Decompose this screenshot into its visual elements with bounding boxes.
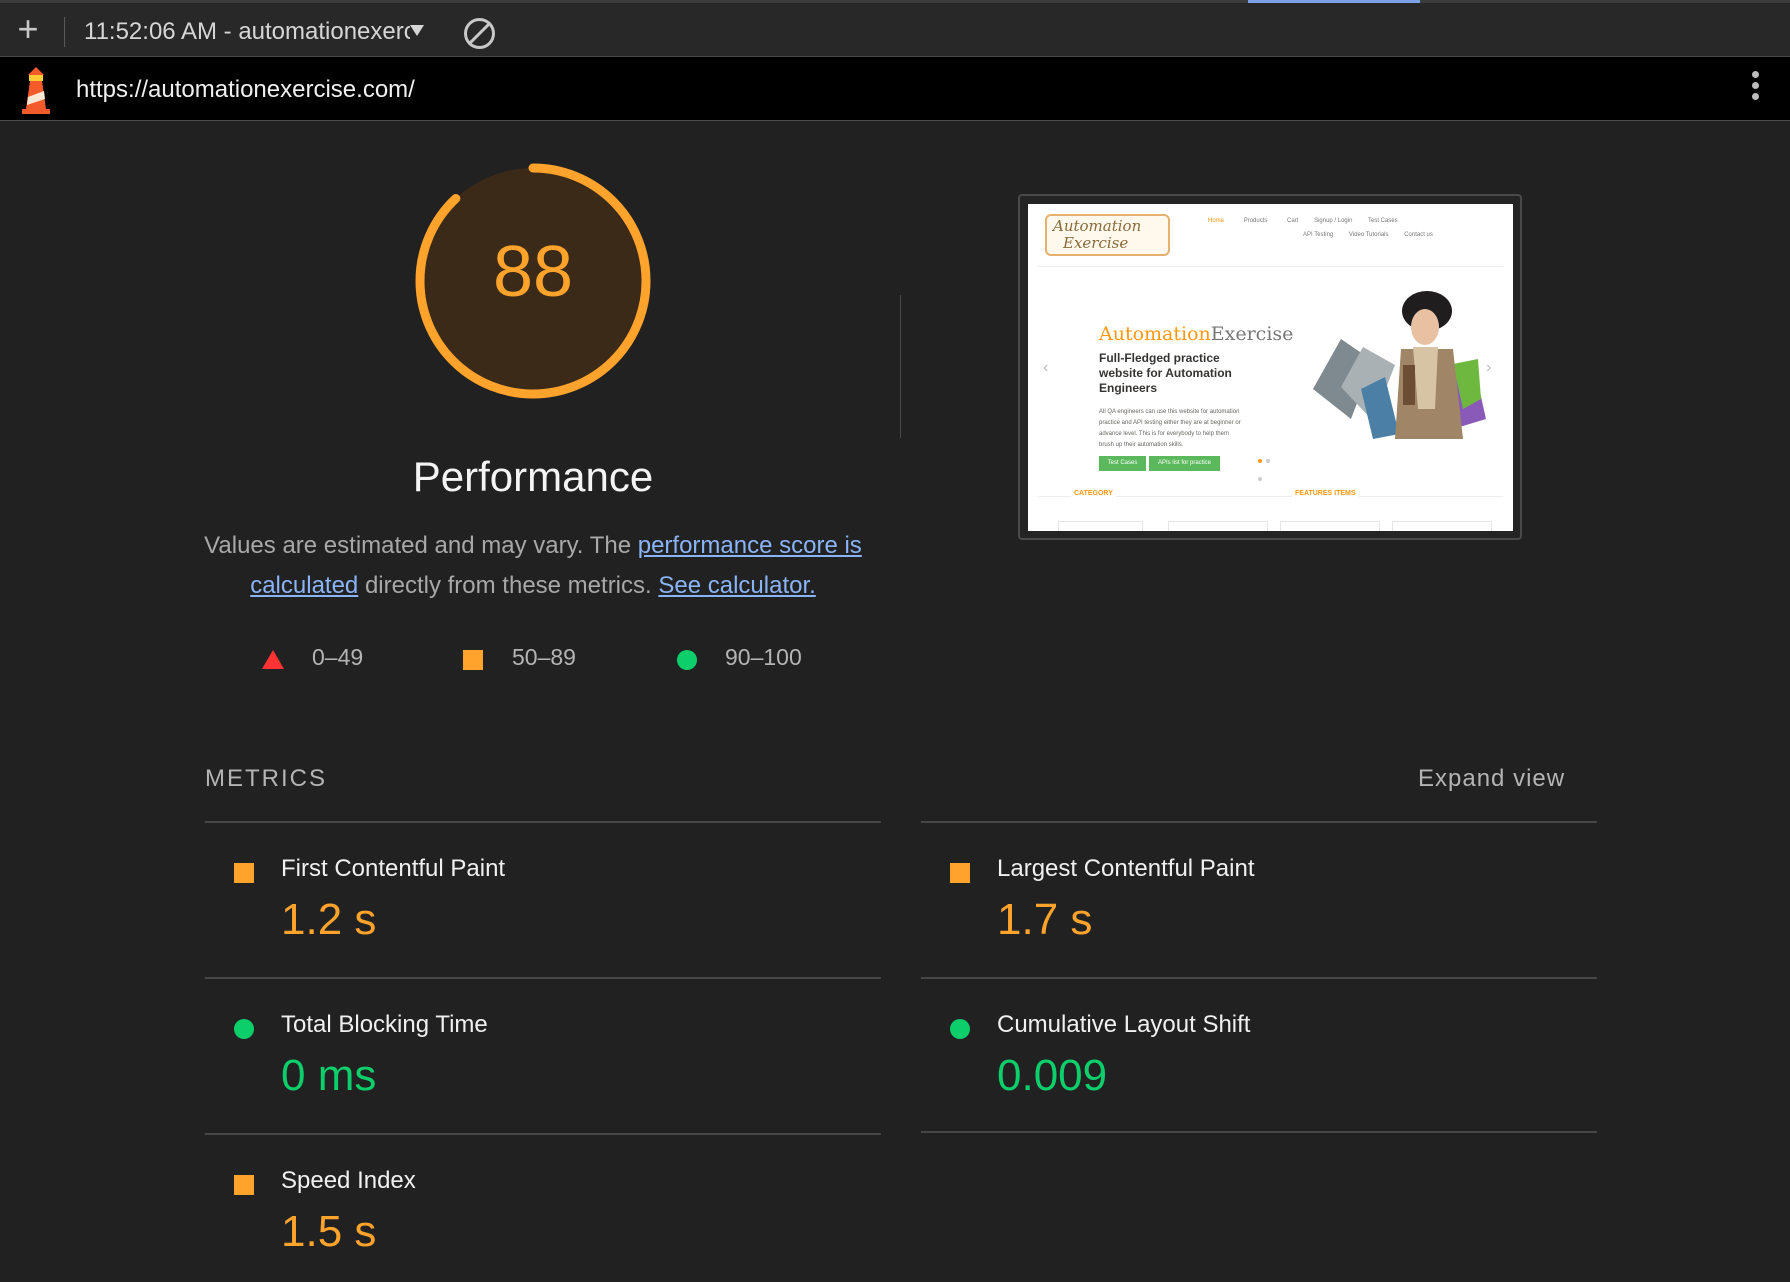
thumb-logo: Automation Exercise bbox=[1045, 214, 1170, 256]
vertical-divider bbox=[900, 295, 901, 438]
thumb-para-1: All QA engineers can use this website fo… bbox=[1099, 409, 1240, 415]
more-options-icon[interactable] bbox=[1746, 71, 1764, 107]
pass-circle-icon bbox=[234, 1019, 254, 1039]
lighthouse-icon bbox=[22, 67, 50, 114]
metric-first-contentful-paint: First Contentful Paint 1.2 s bbox=[205, 823, 881, 979]
thumb-nav-home: Home bbox=[1208, 218, 1225, 224]
final-screenshot[interactable]: Automation Exercise Home Products Cart S… bbox=[1018, 194, 1522, 540]
metric-label: Largest Contentful Paint bbox=[997, 855, 1255, 882]
description-text-middle: directly from these metrics. bbox=[358, 572, 659, 599]
thumb-brand-b: Exercise bbox=[1210, 323, 1294, 345]
pass-circle-icon bbox=[677, 650, 697, 670]
toolbar-divider bbox=[64, 17, 65, 47]
average-square-icon bbox=[234, 1175, 254, 1195]
thumb-brand: AutomationExercise bbox=[1099, 323, 1293, 345]
metrics-heading: METRICS bbox=[205, 765, 327, 792]
legend-average-label: 50–89 bbox=[512, 644, 576, 670]
legend-pass: 90–100 bbox=[677, 644, 837, 674]
fail-triangle-icon bbox=[262, 650, 284, 669]
description-text: Values are estimated and may vary. The bbox=[204, 532, 638, 559]
thumb-bottom-boxes bbox=[1058, 521, 1498, 531]
metric-label: Speed Index bbox=[281, 1167, 416, 1194]
thumb-paragraph: All QA engineers can use this website fo… bbox=[1099, 407, 1241, 451]
thumb-nav-api: API Testing bbox=[1303, 232, 1334, 238]
metric-value: 0.009 bbox=[997, 1051, 1108, 1100]
average-square-icon bbox=[234, 863, 254, 883]
thumb-para-2: practice and API testing either they are… bbox=[1099, 420, 1241, 426]
thumb-btn-testcases: Test Cases bbox=[1099, 456, 1146, 471]
thumb-nav-testcases: Test Cases bbox=[1368, 218, 1398, 224]
legend-fail: 0–49 bbox=[262, 644, 382, 674]
thumb-divider bbox=[1038, 266, 1503, 267]
gauge-title: Performance bbox=[412, 453, 654, 500]
metric-label: Total Blocking Time bbox=[281, 1011, 488, 1038]
active-tab-indicator bbox=[1248, 0, 1420, 3]
chevron-down-icon[interactable] bbox=[410, 25, 424, 36]
thumb-para-4: brush up their automation skills. bbox=[1099, 442, 1184, 448]
thumb-nav-products: Products bbox=[1243, 218, 1268, 224]
see-calculator-link[interactable]: See calculator. bbox=[658, 572, 815, 599]
thumb-nav-row2: API Testing Video Tutorials Contact us bbox=[1303, 232, 1433, 238]
devtools-toolbar: + 11:52:06 AM - automationexercise.com bbox=[0, 0, 1790, 57]
metrics-divider bbox=[921, 1131, 1597, 1133]
thumb-features: FEATURES ITEMS bbox=[1292, 490, 1359, 497]
report-url-bar: https://automationexercise.com/ bbox=[0, 57, 1790, 121]
metric-value: 1.2 s bbox=[281, 895, 377, 944]
metric-label: Cumulative Layout Shift bbox=[997, 1011, 1251, 1038]
thumb-nav-row1: Home Products Cart Signup / Login Test C… bbox=[1208, 218, 1398, 224]
thumb-logo-line2: Exercise bbox=[1063, 234, 1129, 252]
thumb-logo-line1: Automation bbox=[1053, 217, 1142, 235]
thumb-carousel-dots bbox=[1258, 450, 1278, 481]
thumb-brand-a: Automation bbox=[1099, 323, 1211, 345]
average-square-icon bbox=[950, 863, 970, 883]
pass-circle-icon bbox=[950, 1019, 970, 1039]
expand-view-toggle[interactable]: Expand view bbox=[1418, 765, 1565, 793]
thumb-headline-3: Engineers bbox=[1099, 381, 1158, 395]
thumb-next-icon: › bbox=[1486, 359, 1492, 376]
thumb-para-3: advance level. This is for everybody to … bbox=[1099, 431, 1229, 437]
thumb-nav-video: Video Tutorials bbox=[1348, 232, 1389, 238]
report-selector[interactable]: 11:52:06 AM - automationexercise.com bbox=[84, 18, 410, 46]
legend-pass-label: 90–100 bbox=[725, 644, 802, 670]
add-report-button[interactable]: + bbox=[10, 11, 46, 49]
thumb-hero-image bbox=[1313, 291, 1486, 439]
thumb-nav-contact: Contact us bbox=[1404, 232, 1433, 238]
metric-largest-contentful-paint: Largest Contentful Paint 1.7 s bbox=[921, 823, 1597, 979]
legend-fail-label: 0–49 bbox=[312, 644, 364, 670]
page-screenshot: Automation Exercise Home Products Cart S… bbox=[1028, 204, 1513, 531]
thumb-nav-cart: Cart bbox=[1287, 218, 1299, 224]
legend-average: 50–89 bbox=[463, 644, 603, 674]
metric-total-blocking-time: Total Blocking Time 0 ms bbox=[205, 979, 881, 1135]
average-square-icon bbox=[463, 650, 483, 670]
thumb-prev-icon: ‹ bbox=[1043, 359, 1049, 376]
thumb-category: CATEGORY bbox=[1071, 490, 1116, 497]
thumb-btn-apis: APIs list for practice bbox=[1149, 456, 1220, 471]
thumb-headline-1: Full-Fledged practice bbox=[1099, 351, 1220, 365]
report-url[interactable]: https://automationexercise.com/ bbox=[76, 76, 415, 104]
metric-value: 1.5 s bbox=[281, 1207, 377, 1256]
score-description: Values are estimated and may vary. The p… bbox=[200, 526, 866, 606]
clear-icon[interactable] bbox=[464, 18, 495, 49]
thumb-headline: Full-Fledged practice website for Automa… bbox=[1099, 351, 1232, 396]
metric-speed-index: Speed Index 1.5 s bbox=[205, 1135, 881, 1275]
metric-cumulative-layout-shift: Cumulative Layout Shift 0.009 bbox=[921, 979, 1597, 1135]
metric-value: 0 ms bbox=[281, 1051, 377, 1100]
performance-score: 88 bbox=[492, 232, 574, 312]
metric-label: First Contentful Paint bbox=[281, 855, 506, 882]
metric-value: 1.7 s bbox=[997, 895, 1093, 944]
thumb-nav-signup: Signup / Login bbox=[1314, 218, 1353, 224]
thumb-headline-2: website for Automation bbox=[1099, 366, 1232, 380]
